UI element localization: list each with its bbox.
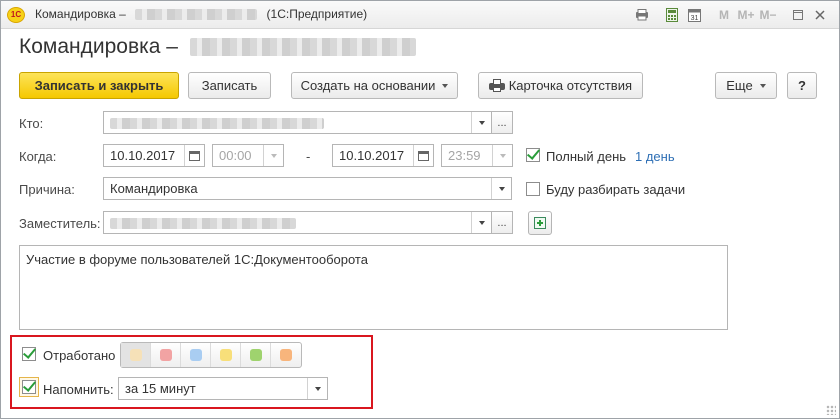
m-plus-icon[interactable]: M+ bbox=[735, 6, 757, 24]
date-range-dash: - bbox=[306, 149, 311, 164]
close-window-icon[interactable] bbox=[809, 6, 831, 24]
color-option-red[interactable] bbox=[151, 343, 181, 367]
add-icon bbox=[534, 217, 546, 229]
time-from-dropdown-button[interactable] bbox=[263, 145, 283, 166]
help-button[interactable]: ? bbox=[787, 72, 817, 99]
remind-field[interactable]: за 15 минут bbox=[118, 377, 328, 400]
chevron-down-icon bbox=[270, 153, 277, 158]
calendar-icon[interactable]: 31 bbox=[683, 6, 705, 24]
m-icon[interactable]: M bbox=[713, 6, 735, 24]
date-from-field[interactable]: 10.10.2017 bbox=[103, 144, 205, 167]
color-option-yellow[interactable] bbox=[211, 343, 241, 367]
page-title-prefix: Командировка – bbox=[19, 35, 178, 58]
color-swatch bbox=[280, 349, 292, 361]
reason-field[interactable]: Командировка bbox=[103, 177, 512, 200]
who-field[interactable] bbox=[103, 111, 492, 134]
date-to-field[interactable]: 10.10.2017 bbox=[332, 144, 434, 167]
who-dropdown-button[interactable] bbox=[471, 112, 491, 133]
comment-text: Участие в форуме пользователей 1С:Докуме… bbox=[26, 252, 368, 267]
color-swatch bbox=[249, 349, 262, 361]
deputy-label: Заместитель: bbox=[19, 216, 101, 231]
chevron-down-icon bbox=[498, 186, 505, 191]
time-to-dropdown-button[interactable] bbox=[492, 145, 512, 166]
time-to-value: 23:59 bbox=[448, 148, 481, 163]
resize-grip[interactable] bbox=[826, 405, 836, 415]
window-title: Командировка – (1С:Предприятие) bbox=[35, 7, 367, 21]
absence-card-button[interactable]: Карточка отсутствия bbox=[478, 72, 643, 99]
comment-textarea[interactable]: Участие в форуме пользователей 1С:Докуме… bbox=[19, 245, 728, 330]
chevron-down-icon bbox=[759, 83, 766, 88]
window-title-prefix: Командировка – bbox=[35, 7, 126, 21]
printer-icon bbox=[489, 79, 505, 92]
restore-window-icon[interactable] bbox=[787, 6, 809, 24]
page-title: Командировка – bbox=[19, 35, 416, 59]
deputy-select-button[interactable]: ... bbox=[491, 211, 513, 234]
chevron-down-icon bbox=[478, 120, 485, 125]
date-to-calendar-button[interactable] bbox=[413, 145, 433, 166]
color-swatch bbox=[159, 349, 172, 361]
when-label: Когда: bbox=[19, 149, 57, 164]
chevron-down-icon bbox=[499, 153, 506, 158]
full-day-label: Полный день bbox=[546, 149, 627, 164]
deputy-field[interactable] bbox=[103, 211, 492, 234]
chevron-down-icon bbox=[478, 220, 485, 225]
absence-card-label: Карточка отсутствия bbox=[508, 78, 632, 93]
create-based-on-label: Создать на основании bbox=[300, 78, 436, 93]
reason-dropdown-button[interactable] bbox=[491, 178, 511, 199]
date-from-value: 10.10.2017 bbox=[110, 148, 176, 163]
worked-label: Отработано bbox=[43, 348, 116, 363]
title-bar: 1С Командировка – (1С:Предприятие) 31 M … bbox=[1, 1, 839, 29]
app-window: 1С Командировка – (1С:Предприятие) 31 M … bbox=[0, 0, 840, 419]
more-label: Еще bbox=[726, 78, 753, 93]
full-day-checkbox[interactable] bbox=[526, 148, 540, 162]
save-and-close-button[interactable]: Записать и закрыть bbox=[19, 72, 179, 99]
redacted-name bbox=[135, 9, 258, 21]
remind-label: Напомнить: bbox=[43, 382, 114, 397]
redacted-deputy bbox=[110, 218, 296, 230]
who-select-button[interactable]: ... bbox=[491, 111, 513, 134]
color-swatch bbox=[219, 349, 232, 361]
who-label: Кто: bbox=[19, 116, 44, 131]
calendar-icon bbox=[189, 150, 200, 161]
time-from-value: 00:00 bbox=[219, 148, 252, 163]
time-from-field[interactable]: 00:00 bbox=[212, 144, 284, 167]
date-from-calendar-button[interactable] bbox=[184, 145, 204, 166]
calendar-icon bbox=[418, 150, 429, 161]
create-based-on-button[interactable]: Создать на основании bbox=[291, 72, 458, 99]
title-bar-tools: 31 M M+ M− bbox=[631, 6, 831, 24]
remind-dropdown-button[interactable] bbox=[307, 378, 327, 399]
reason-value: Командировка bbox=[110, 181, 198, 196]
remind-value: за 15 минут bbox=[125, 381, 196, 396]
add-deputy-button[interactable] bbox=[528, 211, 552, 235]
color-swatch bbox=[129, 349, 142, 361]
deputy-dropdown-button[interactable] bbox=[471, 212, 491, 233]
handle-tasks-checkbox[interactable] bbox=[526, 182, 540, 196]
print-doc-icon[interactable] bbox=[631, 6, 653, 24]
handle-tasks-label: Буду разбирать задачи bbox=[546, 182, 686, 197]
time-to-field[interactable]: 23:59 bbox=[441, 144, 513, 167]
color-picker bbox=[120, 342, 302, 368]
date-to-value: 10.10.2017 bbox=[339, 148, 405, 163]
color-option-orange[interactable] bbox=[271, 343, 301, 367]
worked-checkbox[interactable] bbox=[22, 347, 36, 361]
chevron-down-icon bbox=[442, 83, 449, 88]
reason-label: Причина: bbox=[19, 182, 75, 197]
remind-checkbox[interactable] bbox=[22, 380, 36, 394]
calculator-icon[interactable] bbox=[661, 6, 683, 24]
save-button[interactable]: Записать bbox=[188, 72, 271, 99]
color-swatch bbox=[189, 349, 202, 361]
app-logo-icon[interactable]: 1С bbox=[7, 7, 25, 23]
more-button[interactable]: Еще bbox=[715, 72, 777, 99]
days-count-link[interactable]: 1 день bbox=[635, 149, 675, 164]
color-option-cream[interactable] bbox=[121, 343, 151, 367]
m-minus-icon[interactable]: M− bbox=[757, 6, 779, 24]
window-title-suffix: (1С:Предприятие) bbox=[266, 7, 368, 21]
chevron-down-icon bbox=[314, 386, 321, 391]
color-option-green[interactable] bbox=[241, 343, 271, 367]
color-option-blue[interactable] bbox=[181, 343, 211, 367]
redacted-title-name bbox=[189, 38, 416, 57]
redacted-employee bbox=[110, 118, 324, 130]
svg-text:31: 31 bbox=[690, 15, 698, 22]
